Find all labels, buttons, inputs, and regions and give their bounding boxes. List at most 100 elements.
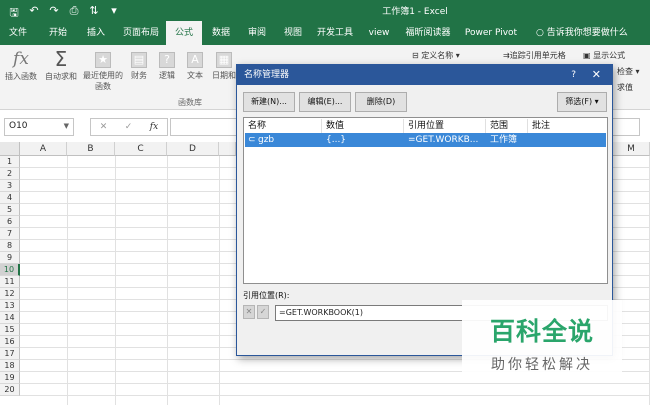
column-header-comment[interactable]: 批注 bbox=[528, 119, 608, 133]
delete-button[interactable]: 删除(D) bbox=[355, 92, 407, 112]
column-header-scope[interactable]: 范围 bbox=[486, 119, 528, 133]
column-header-b[interactable]: B bbox=[67, 142, 115, 156]
confirm-edit-icon[interactable]: ✓ bbox=[257, 305, 269, 319]
column-header-value[interactable]: 数值 bbox=[322, 119, 404, 133]
tab-view-en[interactable]: view bbox=[362, 21, 396, 45]
grid-line bbox=[167, 156, 168, 405]
row-header[interactable]: 13 bbox=[0, 300, 20, 312]
recent-functions-button[interactable]: ★ 最近使用的函数 bbox=[80, 49, 126, 92]
tell-me-box[interactable]: ○ 告诉我你想要做什么 bbox=[536, 21, 628, 45]
tab-power-pivot[interactable]: Power Pivot bbox=[460, 21, 522, 45]
formula-controls: ✕ ✓ fx bbox=[90, 118, 168, 136]
grid-line bbox=[20, 395, 650, 396]
trace-icon: ⇉ bbox=[503, 51, 510, 60]
close-icon[interactable]: ✕ bbox=[592, 65, 601, 85]
logical-button[interactable]: ? 逻辑 bbox=[156, 49, 178, 81]
column-header-refers-to[interactable]: 引用位置 bbox=[404, 119, 486, 133]
function-library-label: 函数库 bbox=[178, 98, 202, 107]
name-tag-icon: ⊂ bbox=[248, 135, 256, 145]
sigma-icon: Σ bbox=[54, 47, 68, 71]
evaluate-button[interactable]: 求值 bbox=[617, 82, 633, 93]
lightbulb-icon: ○ bbox=[536, 28, 547, 38]
row-header[interactable]: 4 bbox=[0, 192, 20, 204]
edit-button[interactable]: 编辑(E)... bbox=[299, 92, 351, 112]
name-box-value: O10 bbox=[9, 121, 28, 131]
trace-precedents-label: 追踪引用单元格 bbox=[509, 51, 566, 60]
chevron-down-icon[interactable]: ▼ bbox=[64, 122, 69, 130]
column-header-e-partial[interactable] bbox=[219, 142, 236, 156]
grid-line bbox=[20, 383, 650, 384]
value-cell: {...} bbox=[326, 135, 347, 145]
row-header[interactable]: 3 bbox=[0, 180, 20, 192]
row-header[interactable]: 15 bbox=[0, 324, 20, 336]
new-button[interactable]: 新建(N)... bbox=[243, 92, 295, 112]
tab-developer[interactable]: 开发工具 bbox=[312, 21, 358, 45]
error-check-button[interactable]: 检查 ▾ bbox=[617, 66, 640, 77]
tab-foxit[interactable]: 福昕阅读器 bbox=[400, 21, 456, 45]
row-header[interactable]: 9 bbox=[0, 252, 20, 264]
tab-review[interactable]: 审阅 bbox=[240, 21, 274, 45]
row-header[interactable]: 19 bbox=[0, 372, 20, 384]
star-icon: ★ bbox=[95, 52, 111, 68]
financial-button[interactable]: ▤ 财务 bbox=[128, 49, 150, 81]
column-header-c[interactable]: C bbox=[115, 142, 167, 156]
tab-page-layout[interactable]: 页面布局 bbox=[116, 21, 166, 45]
tab-file[interactable]: 文件 bbox=[0, 21, 36, 45]
cancel-edit-icon[interactable]: ✕ bbox=[243, 305, 255, 319]
row-header[interactable]: 14 bbox=[0, 312, 20, 324]
row-header[interactable]: 17 bbox=[0, 348, 20, 360]
tab-insert[interactable]: 插入 bbox=[78, 21, 114, 45]
tab-formulas[interactable]: 公式 bbox=[166, 21, 202, 45]
row-header[interactable]: 20 bbox=[0, 384, 20, 396]
row-header[interactable]: 1 bbox=[0, 156, 20, 168]
row-header[interactable]: 6 bbox=[0, 216, 20, 228]
help-icon[interactable]: ? bbox=[571, 65, 576, 85]
tell-me-text: 告诉我你想要做什么 bbox=[546, 28, 628, 38]
tag-icon: ⊟ bbox=[412, 51, 419, 60]
row-header[interactable]: 5 bbox=[0, 204, 20, 216]
tab-view[interactable]: 视图 bbox=[276, 21, 310, 45]
scope-cell: 工作簿 bbox=[490, 135, 518, 145]
name-box[interactable]: O10 ▼ bbox=[4, 118, 74, 136]
trace-precedents-button[interactable]: ⇉追踪引用单元格 bbox=[503, 50, 566, 61]
tab-home[interactable]: 开始 bbox=[40, 21, 76, 45]
autosum-button[interactable]: Σ 自动求和 bbox=[44, 49, 78, 82]
list-item[interactable]: ⊂ gzb {...} =GET.WORKB... 工作簿 bbox=[245, 133, 606, 147]
grid-line bbox=[115, 156, 116, 405]
row-header[interactable]: 10 bbox=[0, 264, 20, 276]
filter-button[interactable]: 筛选(F) ▾ bbox=[557, 92, 607, 112]
fx-icon[interactable]: fx bbox=[150, 122, 158, 132]
names-list[interactable]: 名称 数值 引用位置 范围 批注 ⊂ gzb {...} =GET.WORKB.… bbox=[243, 117, 608, 284]
formula-icon: ▣ bbox=[583, 51, 591, 60]
calendar-icon: ▦ bbox=[216, 52, 232, 68]
row-header[interactable]: 2 bbox=[0, 168, 20, 180]
row-header[interactable]: 18 bbox=[0, 360, 20, 372]
row-header[interactable]: 7 bbox=[0, 228, 20, 240]
text-button[interactable]: A 文本 bbox=[184, 49, 206, 81]
insert-function-button[interactable]: fx 插入函数 bbox=[4, 49, 38, 82]
grid-line bbox=[67, 156, 68, 405]
select-all-corner[interactable] bbox=[0, 142, 20, 156]
row-header[interactable]: 16 bbox=[0, 336, 20, 348]
datetime-button[interactable]: ▦ 日期和 bbox=[212, 49, 236, 81]
row-header[interactable]: 8 bbox=[0, 240, 20, 252]
show-formulas-button[interactable]: ▣ 显示公式 bbox=[583, 50, 625, 61]
refers-to-cell: =GET.WORKB... bbox=[408, 135, 479, 145]
cancel-icon[interactable]: ✕ bbox=[100, 122, 108, 132]
text-a-icon: A bbox=[187, 52, 203, 68]
column-header-name[interactable]: 名称 bbox=[244, 119, 322, 133]
column-header-d[interactable]: D bbox=[167, 142, 219, 156]
financial-icon: ▤ bbox=[131, 52, 147, 68]
enter-icon[interactable]: ✓ bbox=[125, 122, 133, 132]
row-header[interactable]: 12 bbox=[0, 288, 20, 300]
grid-line bbox=[219, 156, 220, 405]
tab-data[interactable]: 数据 bbox=[204, 21, 238, 45]
column-header-m[interactable]: M bbox=[613, 142, 650, 156]
watermark-logo: 百科全说 助你轻松解决 bbox=[462, 300, 622, 382]
logical-label: 逻辑 bbox=[159, 71, 175, 80]
watermark-title: 百科全说 bbox=[489, 317, 594, 346]
define-name-button[interactable]: ⊟ 定义名称 ▾ bbox=[412, 50, 460, 61]
column-header-a[interactable]: A bbox=[20, 142, 67, 156]
row-header[interactable]: 11 bbox=[0, 276, 20, 288]
name-cell: gzb bbox=[258, 135, 275, 145]
